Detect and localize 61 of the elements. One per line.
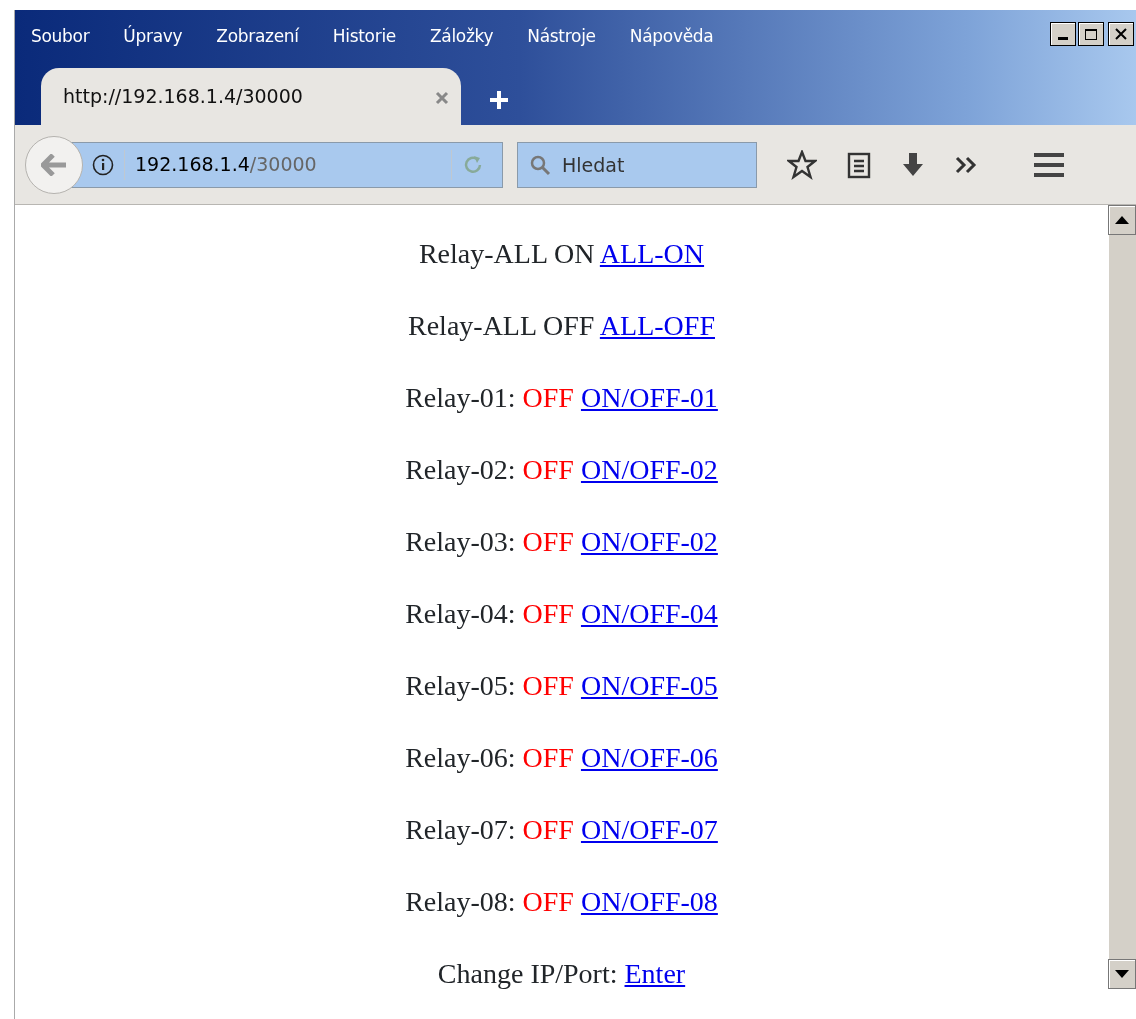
relay-label: Change IP/Port: [437,958,618,989]
address-bar[interactable]: 192.168.1.4/30000 [69,141,503,188]
relay-link[interactable]: Enter [624,958,686,989]
close-button[interactable] [1108,22,1134,46]
relay-state: OFF [522,814,574,845]
relay-state: OFF [522,742,574,773]
maximize-icon [1084,27,1098,41]
close-icon[interactable] [435,90,449,105]
relay-link[interactable]: ON/OFF-07 [580,814,718,845]
menu-item[interactable]: Úpravy [123,24,183,50]
relay-state: OFF [522,670,574,701]
info-icon[interactable] [92,153,114,176]
menu-item[interactable]: Zobrazení [216,24,299,50]
plus-icon[interactable] [489,89,509,110]
minimize-icon [1058,36,1068,40]
relay-label: Relay-06: [405,742,516,773]
scroll-down-button[interactable] [1108,959,1136,989]
down-arrow-icon [1115,970,1129,978]
menu-item[interactable]: Soubor [31,24,90,50]
close-icon [1115,28,1127,40]
scrollbar[interactable] [1108,205,1136,989]
relay-state: OFF [522,886,574,917]
relay-state: OFF [522,526,574,557]
scroll-up-button[interactable] [1108,205,1136,235]
relay-link[interactable]: ALL-OFF [599,310,715,341]
relay-label: Relay-ALL ON [418,238,595,269]
relay-link[interactable]: ON/OFF-02 [580,454,718,485]
back-arrow-icon [41,153,67,176]
star-icon[interactable] [787,149,817,180]
clipboard-icon[interactable] [847,150,871,179]
download-icon[interactable] [901,151,925,178]
relay-label: Relay-01: [405,382,516,413]
relay-label: Relay-08: [405,886,516,917]
maximize-button[interactable] [1078,22,1104,46]
relay-label: Relay-07: [405,814,516,845]
relay-link[interactable]: ON/OFF-08 [580,886,718,917]
menu-item[interactable]: Nástroje [527,24,596,50]
url-text: 192.168.1.4/30000 [135,152,317,178]
relay-link[interactable]: ON/OFF-04 [580,598,718,629]
chevrons-icon[interactable] [955,155,979,174]
browser-tab[interactable]: http://192.168.1.4/30000 [41,68,461,125]
menu-item[interactable]: Nápověda [629,24,714,50]
relay-state: OFF [522,382,574,413]
relay-state: OFF [522,598,574,629]
relay-label: Relay-03: [405,526,516,557]
menu-item[interactable]: Záložky [429,24,494,50]
search-field[interactable]: Hledat [517,141,757,188]
relay-label: Relay-ALL OFF [408,310,595,341]
relay-label: Relay-02: [405,454,516,485]
relay-state: OFF [522,454,574,485]
up-arrow-icon [1115,216,1129,224]
relay-link[interactable]: ON/OFF-02 [580,526,718,557]
relay-link[interactable]: ALL-ON [599,238,705,269]
menu-item[interactable]: Historie [332,24,396,50]
relay-label: Relay-04: [405,598,516,629]
relay-link[interactable]: ON/OFF-01 [580,382,718,413]
relay-link[interactable]: ON/OFF-06 [580,742,718,773]
relay-label: Relay-05: [405,670,516,701]
minimize-button[interactable] [1050,22,1076,46]
menu-icon[interactable] [1033,151,1065,178]
relay-link[interactable]: ON/OFF-05 [580,670,718,701]
